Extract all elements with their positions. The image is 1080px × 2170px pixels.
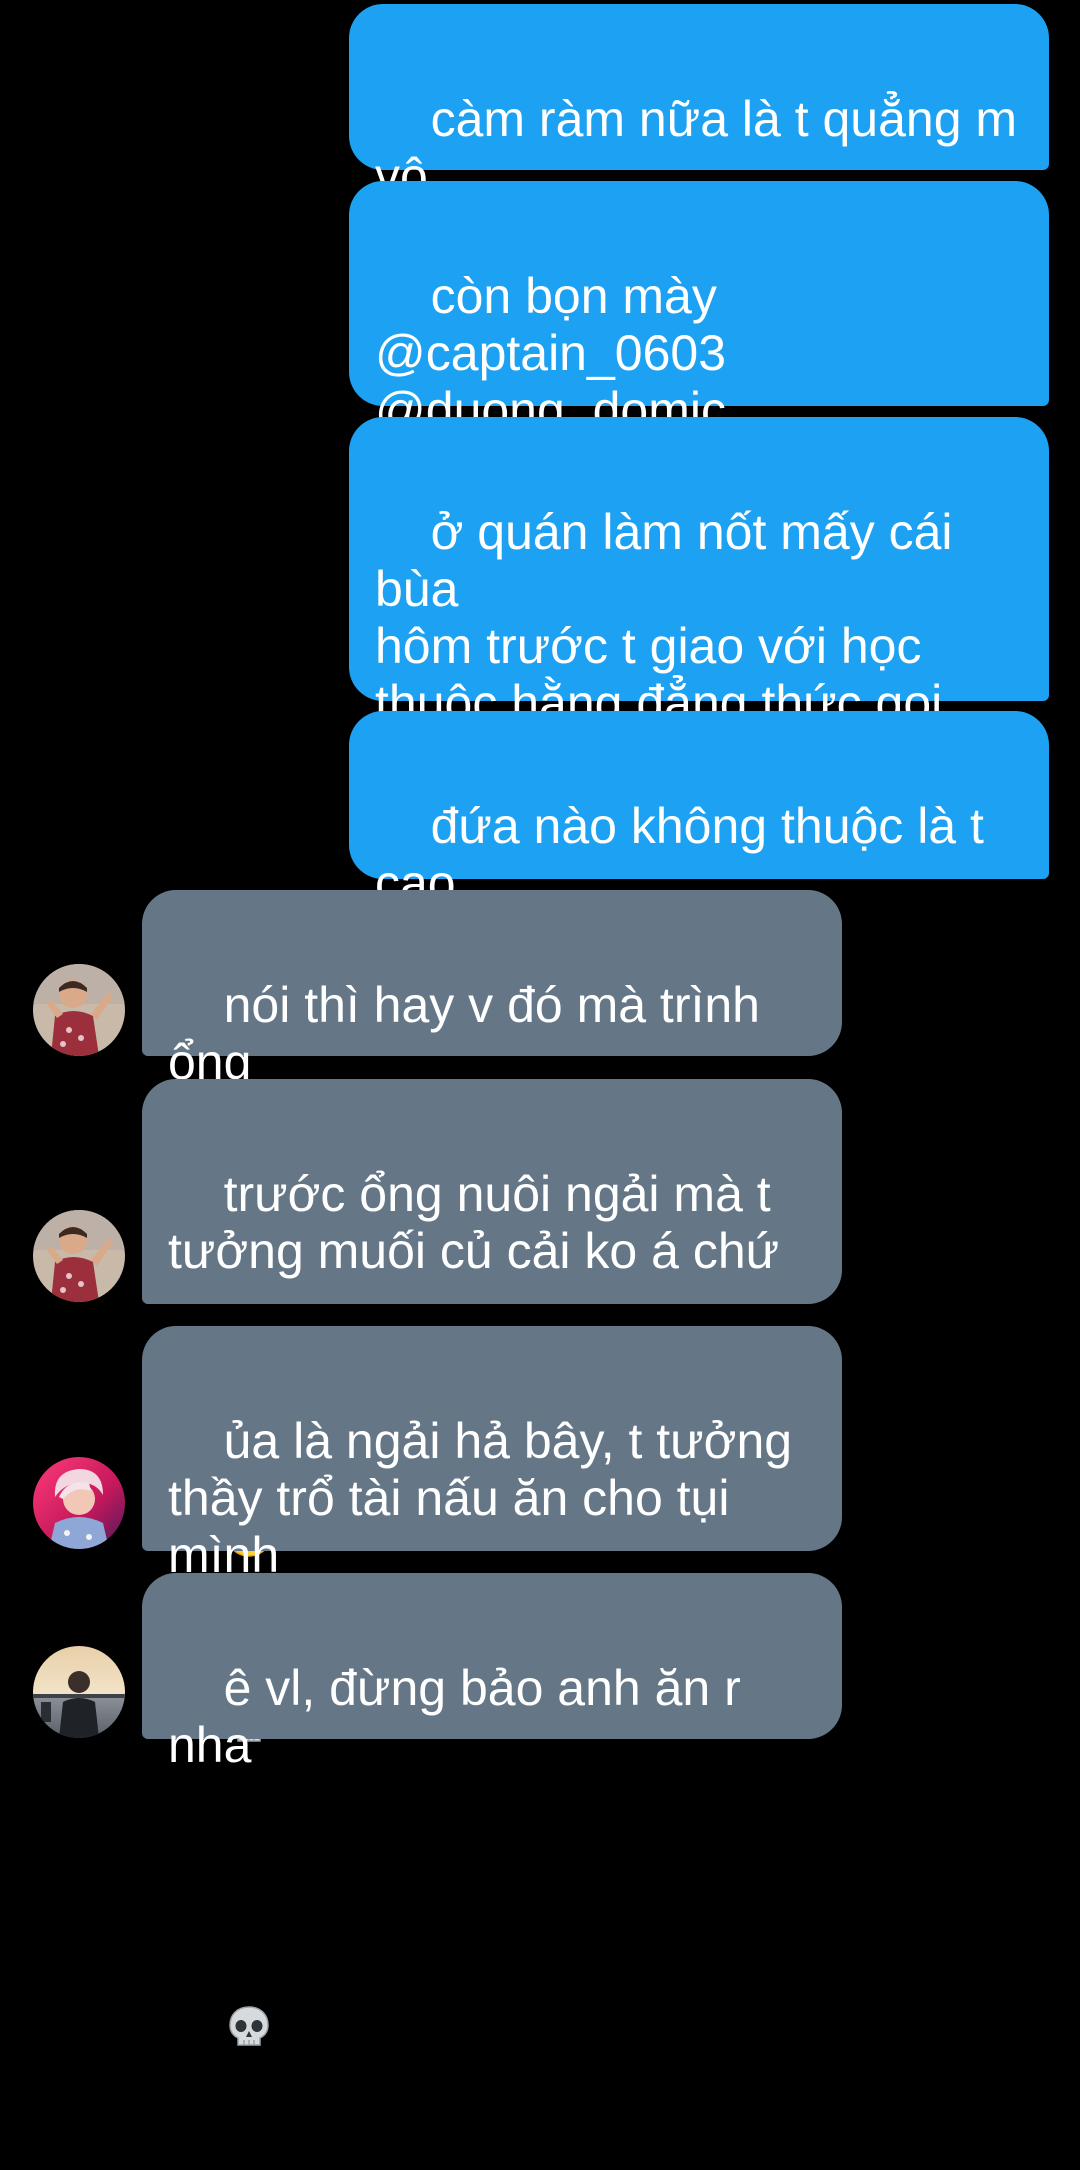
message-bubble-incoming[interactable]: ê vl, đừng bảo anh ăn r nha [142, 1573, 842, 2046]
message-bubble-outgoing[interactable]: ở quán làm nốt mấy cái bùa hôm trước t g… [349, 417, 1049, 788]
message-bubble-incoming[interactable]: ủa là ngải hả bây, t tưởng thầy trổ tài … [142, 1326, 842, 1742]
message-text: trước ổng nuôi ngải mà t tưởng muối củ c… [168, 1166, 780, 1279]
skull-icon [224, 1888, 274, 2046]
avatar-image [33, 1210, 125, 1302]
message-bubble-outgoing[interactable]: còn bọn mày @captain_0603 @duong_domic @… [349, 181, 1049, 495]
avatar-image [33, 964, 125, 1056]
user-photo-avatar-2[interactable] [33, 1457, 125, 1549]
message-bubble-incoming[interactable]: trước ổng nuôi ngải mà t tưởng muối củ c… [142, 1079, 842, 1557]
message-text: ủa là ngải hả bây, t tưởng thầy trổ tài … [168, 1413, 793, 1583]
user-photo-avatar-1[interactable] [33, 964, 125, 1056]
user-photo-avatar-1[interactable] [33, 1210, 125, 1302]
chat-thread: càm ràm nữa là t quẳng m vô hố cứt nhé c… [0, 0, 1080, 2046]
avatar-image [33, 1646, 125, 1738]
avatar-image [33, 1457, 125, 1549]
message-bubble-outgoing[interactable]: càm ràm nữa là t quẳng m vô hố cứt nhé [349, 4, 1049, 261]
user-photo-avatar-3[interactable] [33, 1646, 125, 1738]
message-bubble-outgoing[interactable]: đứa nào không thuộc là t cạo lông chim [349, 711, 1049, 968]
message-bubble-incoming[interactable]: nói thì hay v đó mà trình ổng hơn đc ai [142, 890, 842, 1147]
